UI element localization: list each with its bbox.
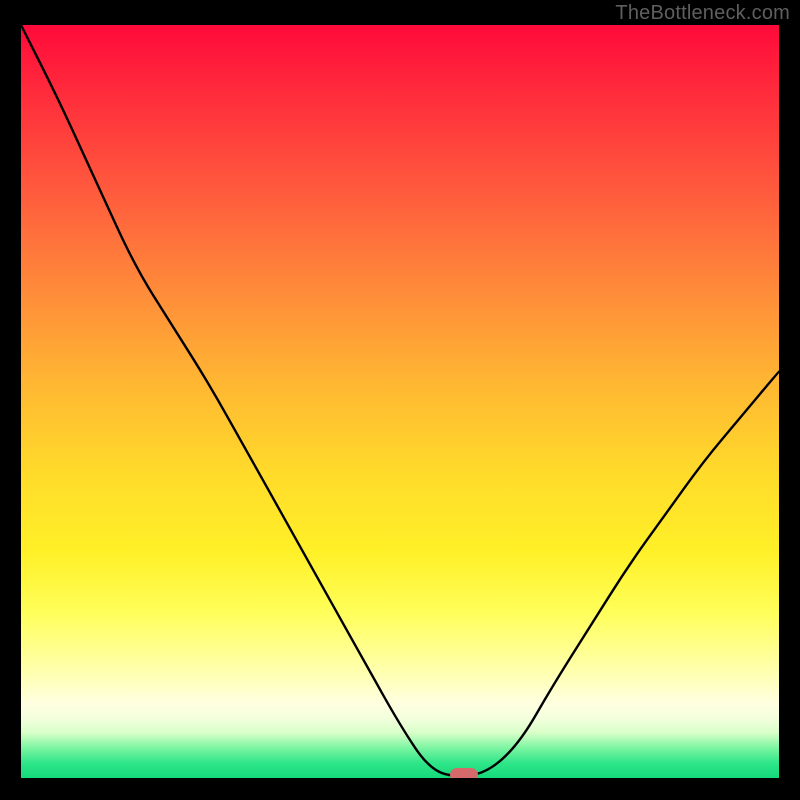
watermark-text: TheBottleneck.com: [615, 2, 790, 25]
bottleneck-curve: [21, 25, 779, 778]
curve-path: [21, 25, 779, 776]
optimal-marker: [450, 768, 478, 778]
chart-frame: TheBottleneck.com: [0, 0, 800, 800]
plot-area: [21, 25, 779, 778]
